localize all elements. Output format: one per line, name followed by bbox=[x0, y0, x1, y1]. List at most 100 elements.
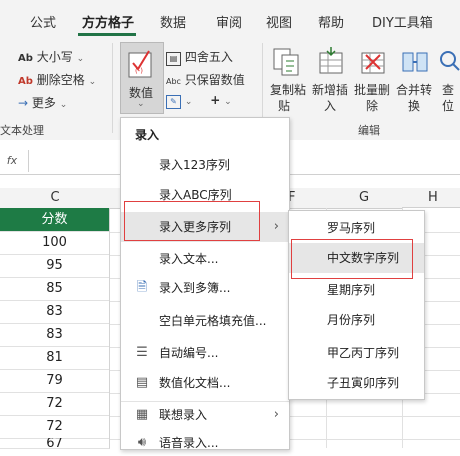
cell-c-header[interactable]: 分数 bbox=[0, 208, 110, 232]
merge-convert-icon bbox=[402, 52, 428, 72]
batch-delete-button[interactable]: 批量删 除 bbox=[352, 45, 392, 115]
submenu-item-label: 月份序列 bbox=[327, 313, 376, 327]
insert-label-2: 入 bbox=[324, 99, 337, 113]
value-icon: (-) bbox=[128, 50, 152, 78]
suggest-input-icon: ▦ bbox=[135, 407, 149, 422]
tab-review[interactable]: 审阅 bbox=[216, 12, 242, 31]
chevron-down-icon: ⌄ bbox=[137, 99, 145, 109]
input-dropdown-menu: 录入 录入123序列 录入ABC序列 录入更多序列 › 录入文本... 🗎 录入… bbox=[120, 117, 290, 450]
edit-format-button[interactable]: ✎ ⌄ + ⌄ bbox=[166, 93, 232, 109]
case-button[interactable]: Ab 大小写 ⌄ bbox=[18, 48, 84, 65]
plus-icon[interactable]: + bbox=[210, 93, 220, 107]
menu-item-suggest-input[interactable]: ▦ 联想录入 › bbox=[121, 402, 289, 428]
delete-space-button[interactable]: Ab 删除空格 ⌄ bbox=[18, 71, 96, 88]
menu-title: 录入 bbox=[135, 128, 160, 142]
batch-delete-icon bbox=[361, 52, 385, 74]
round-icon: ▤ bbox=[166, 52, 181, 66]
submenu-item-heavenly-stems[interactable]: 甲乙丙丁序列 bbox=[289, 338, 424, 368]
table-cell[interactable]: 83 bbox=[0, 323, 110, 347]
chevron-right-icon: › bbox=[273, 407, 279, 422]
find-locate-button[interactable]: 查 位 bbox=[436, 45, 460, 115]
merge-convert-button[interactable]: 合并转 换 bbox=[394, 45, 434, 115]
menu-item-label: 数值化文档... bbox=[159, 376, 231, 390]
chevron-right-icon: › bbox=[273, 219, 279, 234]
text-group-label: 文本处理 bbox=[0, 124, 44, 137]
tab-formulas[interactable]: 公式 bbox=[30, 12, 56, 31]
svg-text:(-): (-) bbox=[135, 67, 143, 75]
ribbon-tabs: 公式 方方格子 数据 审阅 视图 帮助 DIY工具箱 bbox=[0, 0, 460, 36]
find-label-1: 查 bbox=[442, 83, 455, 97]
merge-label-1: 合并转 bbox=[396, 83, 433, 97]
menu-item-input-multi-book[interactable]: 🗎 录入到多簿... bbox=[121, 275, 289, 301]
column-header-h[interactable]: H bbox=[402, 188, 460, 208]
round-button[interactable]: ▤ 四舍五入 bbox=[166, 48, 233, 66]
submenu-item-earthly-branches[interactable]: 子丑寅卯序列 bbox=[289, 368, 424, 398]
active-tab-underline bbox=[78, 33, 136, 36]
menu-item-label: 录入123序列 bbox=[159, 158, 230, 172]
merge-label-2: 换 bbox=[408, 99, 421, 113]
more-button[interactable]: → 更多 ⌄ bbox=[18, 94, 67, 111]
tab-fangfang[interactable]: 方方格子 bbox=[82, 12, 134, 31]
menu-item-label: 录入文本... bbox=[159, 252, 219, 266]
menu-item-input-text[interactable]: 录入文本... bbox=[121, 246, 289, 272]
edit-group-label: 编辑 bbox=[358, 124, 380, 137]
menu-item-voice-input[interactable]: 🔊︎ 语音录入... bbox=[121, 430, 289, 456]
menu-item-label: 空白单元格填充值... bbox=[159, 314, 267, 328]
table-cell[interactable]: 72 bbox=[0, 415, 110, 439]
tab-data[interactable]: 数据 bbox=[160, 12, 186, 31]
abc-icon: Abc bbox=[166, 77, 181, 86]
table-cell[interactable]: 67 bbox=[0, 438, 110, 449]
table-cell[interactable]: 72 bbox=[0, 392, 110, 416]
menu-item-auto-numbering[interactable]: ☰ 自动编号... bbox=[121, 340, 289, 366]
menu-item-input-123[interactable]: 录入123序列 bbox=[121, 152, 289, 178]
table-cell[interactable]: 81 bbox=[0, 346, 110, 370]
batch-delete-label-2: 除 bbox=[366, 99, 379, 113]
menu-item-label: 录入到多簿... bbox=[159, 281, 231, 295]
edit-icon: ✎ bbox=[166, 95, 181, 109]
tab-diy-toolbox[interactable]: DIY工具箱 bbox=[372, 12, 433, 31]
submenu-item-month[interactable]: 月份序列 bbox=[289, 305, 424, 335]
insert-icon bbox=[319, 47, 343, 74]
copy-paste-button[interactable]: 复制粘 贴 bbox=[268, 45, 308, 115]
tab-help[interactable]: 帮助 bbox=[318, 12, 344, 31]
column-header-c[interactable]: C bbox=[0, 188, 110, 209]
copy-paste-label-2: 贴 bbox=[278, 99, 291, 113]
table-cell[interactable]: 95 bbox=[0, 254, 110, 278]
arrow-right-icon: → bbox=[18, 96, 29, 110]
value-button[interactable]: (-) 数值 ⌄ bbox=[120, 42, 164, 114]
menu-item-label: 自动编号... bbox=[159, 346, 219, 360]
insert-label-1: 新增插 bbox=[312, 83, 349, 97]
menu-item-label: 联想录入 bbox=[159, 408, 208, 422]
menu-item-fill-blank[interactable]: 空白单元格填充值... bbox=[121, 308, 289, 334]
delete-space-icon: Ab bbox=[18, 76, 33, 87]
table-cell[interactable]: 85 bbox=[0, 277, 110, 301]
tab-view[interactable]: 视图 bbox=[266, 12, 292, 31]
voice-icon: 🔊︎ bbox=[137, 435, 147, 450]
table-cell[interactable]: 83 bbox=[0, 300, 110, 324]
insert-button[interactable]: 新增插 入 bbox=[310, 45, 350, 115]
column-header-f[interactable]: F bbox=[288, 188, 326, 209]
copy-paste-icon bbox=[273, 48, 299, 76]
submenu-item-label: 甲乙丙丁序列 bbox=[327, 346, 400, 360]
submenu-item-label: 子丑寅卯序列 bbox=[327, 376, 400, 390]
menu-item-numeric-doc[interactable]: ▤ 数值化文档... bbox=[121, 370, 289, 396]
submenu-item-label: 星期序列 bbox=[327, 283, 376, 297]
numbering-icon: ☰ bbox=[136, 345, 148, 360]
table-cell[interactable]: 100 bbox=[0, 231, 110, 255]
highlight-box bbox=[124, 201, 260, 241]
copy-paste-label-1: 复制粘 bbox=[270, 83, 307, 97]
keep-value-button[interactable]: Abc 只保留数值 bbox=[166, 71, 245, 88]
batch-delete-label-1: 批量删 bbox=[354, 83, 391, 97]
column-header-g[interactable]: G bbox=[326, 188, 402, 209]
submenu-item-weekday[interactable]: 星期序列 bbox=[289, 275, 424, 305]
numeric-doc-icon: ▤ bbox=[135, 375, 149, 390]
find-label-2: 位 bbox=[442, 99, 455, 113]
menu-item-label: 语音录入... bbox=[159, 436, 219, 450]
multi-book-icon: 🗎 bbox=[136, 280, 148, 295]
highlight-box bbox=[291, 239, 413, 279]
fx-icon[interactable]: fx bbox=[0, 150, 24, 172]
table-cell[interactable]: 79 bbox=[0, 369, 110, 393]
case-icon: Ab bbox=[18, 53, 33, 64]
find-icon bbox=[440, 51, 460, 71]
group-separator bbox=[112, 43, 113, 133]
